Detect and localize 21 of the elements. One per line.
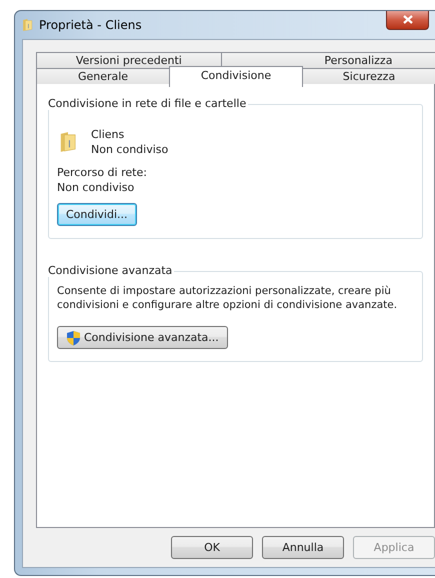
tab[interactable]: Condivisione [169, 66, 303, 87]
group-title: Condivisione in rete di file e cartelle [48, 97, 248, 110]
advanced-sharing-button[interactable]: Condivisione avanzata... [57, 326, 228, 349]
window-title: Proprietà - Cliens [39, 18, 143, 32]
shield-icon [66, 330, 81, 346]
path-value: Non condiviso [57, 180, 136, 195]
tab[interactable]: Personalizza [220, 52, 435, 68]
dialog-button[interactable]: Annulla [262, 536, 344, 559]
path-label: Percorso di rete: [57, 165, 148, 180]
folder-name: Cliens [91, 127, 126, 142]
group-title: Condivisione avanzata [48, 264, 174, 277]
folder-icon [22, 17, 33, 33]
close-button[interactable] [386, 10, 429, 30]
tab[interactable]: Generale [36, 68, 170, 84]
tab[interactable]: Versioni precedenti [36, 52, 222, 68]
tab[interactable]: Sicurezza [302, 68, 435, 84]
dialog-button[interactable]: OK [171, 536, 253, 559]
share-button[interactable]: Condividi... [57, 203, 137, 226]
description-text: Consente di impostare autorizzazioni personalizzate, creare più condivisioni e configurare altre opzioni di condivisione avanzate. [57, 284, 398, 312]
close-icon [402, 15, 412, 24]
share-status: Non condiviso [91, 142, 168, 157]
